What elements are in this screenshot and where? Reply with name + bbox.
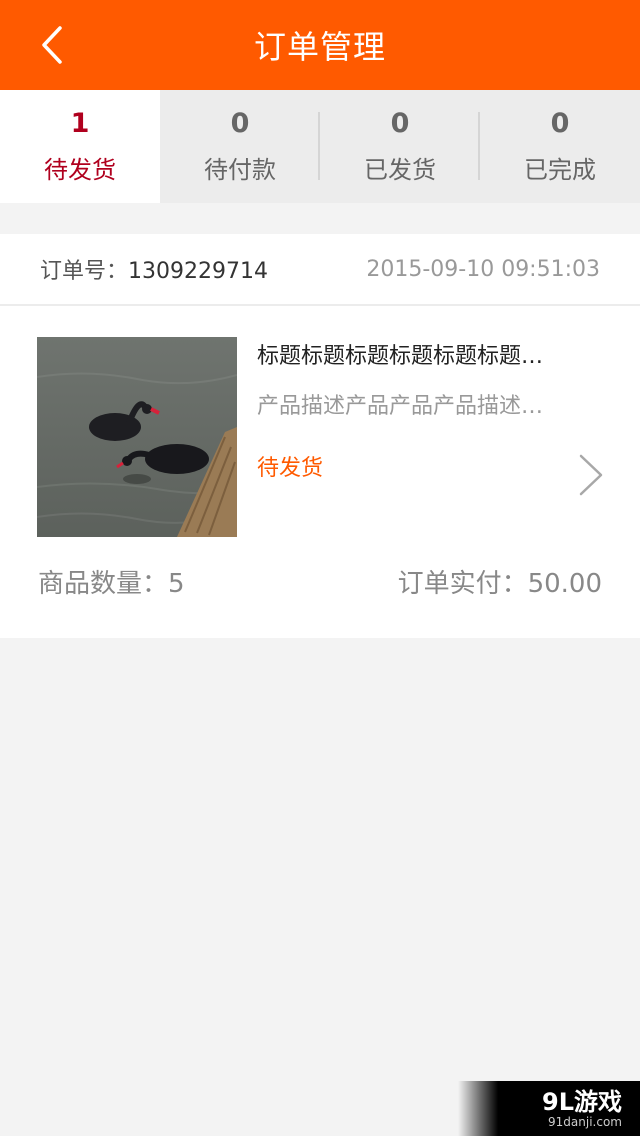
app-header: 订单管理 xyxy=(0,0,640,90)
tab-count: 0 xyxy=(550,108,570,139)
order-number: 订单号：1309229714 xyxy=(40,253,268,285)
page-title: 订单管理 xyxy=(253,28,386,66)
tab-count: 0 xyxy=(230,108,250,139)
chevron-left-icon xyxy=(42,26,62,64)
order-header: 订单号：1309229714 2015-09-10 09:51:03 xyxy=(0,234,640,306)
chevron-right-icon[interactable] xyxy=(575,453,609,497)
order-paid-amount: 订单实付：50.00 xyxy=(397,568,602,599)
order-status: 待发货 xyxy=(257,456,324,481)
order-number-value: 1309229714 xyxy=(128,259,268,284)
black-swan-photo xyxy=(37,337,237,537)
tab-pending-shipment[interactable]: 1 待发货 xyxy=(0,90,160,203)
order-status-tabs: 1 待发货 0 待付款 0 已发货 0 已完成 xyxy=(0,90,640,203)
product-image[interactable] xyxy=(37,337,237,537)
tab-count: 1 xyxy=(70,108,90,139)
tab-shipped[interactable]: 0 已发货 xyxy=(320,90,480,203)
tab-label: 已完成 xyxy=(524,156,596,184)
order-card[interactable]: 订单号：1309229714 2015-09-10 09:51:03 标题标题标… xyxy=(0,234,640,638)
tab-label: 待发货 xyxy=(44,156,116,184)
watermark-logo: 9L游戏 91danji.com xyxy=(458,1081,640,1136)
order-item[interactable]: 标题标题标题标题标题标题… 产品描述产品产品产品描述… 待发货 xyxy=(0,306,640,546)
order-summary: 商品数量：5 订单实付：50.00 xyxy=(0,546,640,616)
tab-label: 已发货 xyxy=(364,156,436,184)
watermark-site: 91danji.com xyxy=(548,1114,622,1129)
order-number-label: 订单号： xyxy=(40,259,129,284)
tab-completed[interactable]: 0 已完成 xyxy=(480,90,640,203)
tab-count: 0 xyxy=(390,108,410,139)
product-title: 标题标题标题标题标题标题… xyxy=(257,344,544,369)
back-button[interactable] xyxy=(30,22,74,68)
tab-pending-payment[interactable]: 0 待付款 xyxy=(160,90,320,203)
watermark-brand: 9L游戏 xyxy=(542,1087,622,1116)
order-time: 2015-09-10 09:51:03 xyxy=(366,256,600,282)
tab-label: 待付款 xyxy=(204,156,276,184)
item-quantity: 商品数量：5 xyxy=(38,568,185,599)
product-description: 产品描述产品产品产品描述… xyxy=(257,394,544,419)
